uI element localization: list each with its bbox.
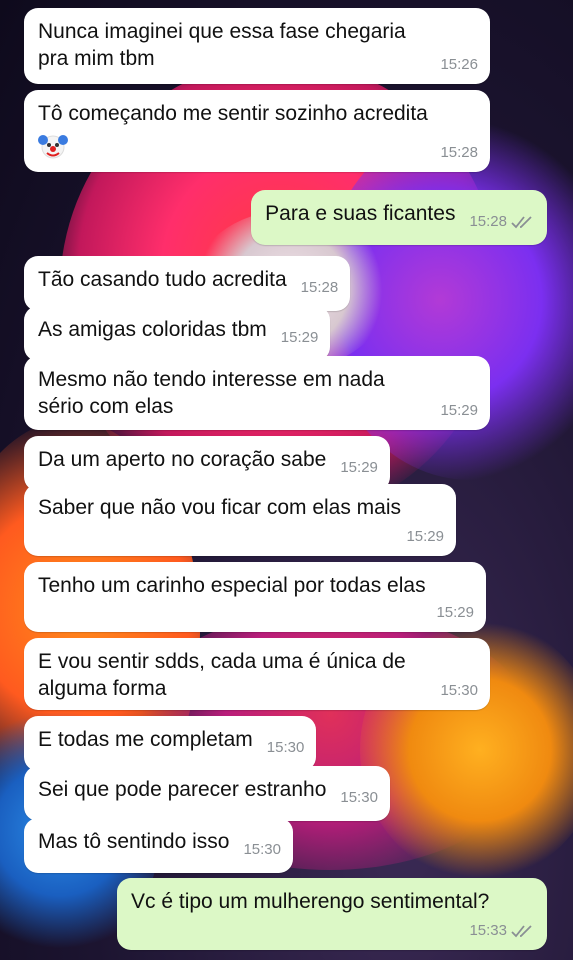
- message-text: E todas me completam: [38, 728, 253, 751]
- message-bubble[interactable]: E vou sentir sdds, cada uma é única de a…: [24, 638, 490, 710]
- message-text: As amigas coloridas tbm: [38, 318, 267, 341]
- message-bubble[interactable]: Para e suas ficantes 15:28: [251, 190, 547, 245]
- message-text: Mas tô sentindo isso: [38, 830, 230, 853]
- message-bubble[interactable]: Tenho um carinho especial por todas elas…: [24, 562, 486, 632]
- message-time: 15:29: [406, 528, 444, 545]
- message-text: Tão casando tudo acredita: [38, 268, 287, 291]
- message-text: Tô começando me sentir sozinho acredita: [38, 102, 428, 125]
- message-time: 15:30: [243, 841, 281, 858]
- message-bubble[interactable]: Mesmo não tendo interesse em nada sério …: [24, 356, 490, 430]
- message-text: Saber que não vou ficar com elas mais: [38, 496, 402, 519]
- message-bubble[interactable]: As amigas coloridas tbm 15:29: [24, 306, 331, 361]
- message-time: 15:30: [266, 739, 305, 756]
- message-time: 15:28: [440, 144, 478, 161]
- message-text: Da um aperto no coração sabe: [38, 448, 327, 471]
- message-text: Nunca imaginei que essa fase chegaria pr…: [38, 20, 406, 70]
- message-time: 15:28: [300, 279, 339, 296]
- read-double-check-icon: [511, 215, 532, 228]
- message-list[interactable]: Nunca imaginei que essa fase chegaria pr…: [0, 0, 573, 960]
- message-bubble[interactable]: Tão casando tudo acredita 15:28: [24, 256, 351, 311]
- message-time: 15:33: [469, 922, 507, 939]
- message-time: 15:29: [340, 459, 378, 476]
- message-time: 15:29: [280, 329, 319, 346]
- message-bubble[interactable]: Sei que pode parecer estranho 15:30: [24, 766, 390, 821]
- message-bubble[interactable]: E todas me completam 15:30: [24, 716, 317, 771]
- message-time: 15:29: [440, 402, 478, 419]
- message-time: 15:26: [440, 56, 478, 73]
- message-text: Vc é tipo um mulherengo sentimental?: [131, 890, 490, 913]
- message-bubble[interactable]: Da um aperto no coração sabe 15:29: [24, 436, 390, 491]
- message-bubble[interactable]: Saber que não vou ficar com elas mais 15…: [24, 484, 456, 556]
- message-time: 15:29: [436, 604, 474, 621]
- message-text: Mesmo não tendo interesse em nada sério …: [38, 368, 385, 418]
- message-time: 15:30: [340, 789, 378, 806]
- message-bubble[interactable]: Tô começando me sentir sozinho acredita …: [24, 90, 490, 172]
- message-text: Sei que pode parecer estranho: [38, 778, 327, 801]
- message-text: E vou sentir sdds, cada uma é única de a…: [38, 650, 406, 700]
- message-time: 15:28: [469, 213, 507, 230]
- message-bubble[interactable]: Mas tô sentindo isso 15:30: [24, 818, 293, 873]
- clown-face-icon: [38, 135, 68, 159]
- read-double-check-icon: [511, 924, 532, 937]
- message-bubble[interactable]: Nunca imaginei que essa fase chegaria pr…: [24, 8, 490, 84]
- message-time: 15:30: [440, 682, 478, 699]
- message-text: Para e suas ficantes: [265, 202, 456, 225]
- message-text: Tenho um carinho especial por todas elas: [38, 574, 426, 597]
- message-bubble[interactable]: Vc é tipo um mulherengo sentimental? 15:…: [117, 878, 547, 950]
